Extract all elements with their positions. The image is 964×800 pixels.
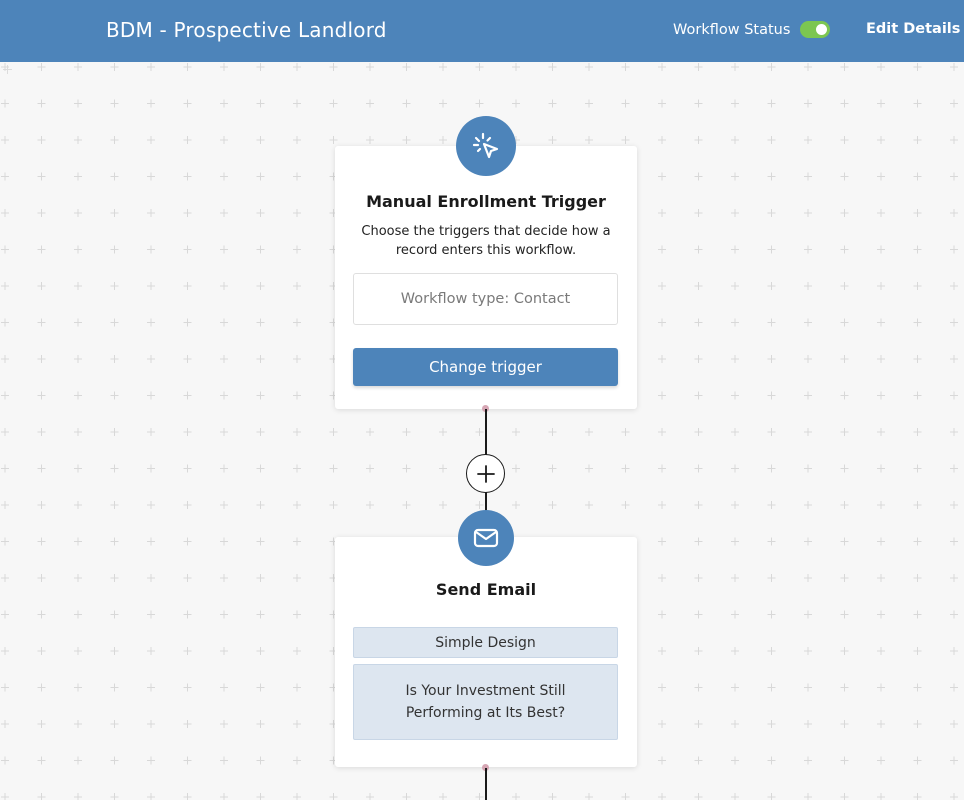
- trigger-card[interactable]: Manual Enrollment Trigger Choose the tri…: [335, 146, 637, 409]
- toggle-knob: [816, 24, 828, 35]
- workflow-type-text: Workflow type: Contact: [400, 291, 571, 307]
- workflow-status-label: Workflow Status: [673, 21, 791, 38]
- edit-details-link[interactable]: Edit Details: [866, 21, 960, 37]
- send-email-title: Send Email: [435, 580, 537, 599]
- trigger-node-icon: [456, 116, 516, 176]
- workflow-status-toggle[interactable]: [800, 21, 831, 38]
- trigger-card-title: Manual Enrollment Trigger: [366, 192, 606, 211]
- top-header-bar: BDM - Prospective Landlord Workflow Stat…: [0, 0, 964, 62]
- trigger-card-description: Choose the triggers that decide how a re…: [361, 224, 611, 258]
- envelope-icon: [473, 528, 499, 548]
- add-step-button[interactable]: [466, 454, 505, 493]
- cursor-click-icon: [472, 132, 499, 159]
- workflow-type-box: Workflow type: Contact: [353, 273, 618, 325]
- workflow-status-control: Workflow Status: [673, 21, 831, 38]
- workflow-title: BDM - Prospective Landlord: [106, 18, 387, 42]
- email-subject-box: Is Your Investment Still Performing at I…: [353, 664, 618, 740]
- email-design-box: Simple Design: [353, 627, 618, 658]
- change-trigger-button[interactable]: Change trigger: [353, 348, 618, 386]
- email-design-text: Simple Design: [435, 634, 536, 651]
- email-node-icon: [458, 510, 514, 566]
- email-subject-text: Is Your Investment Still Performing at I…: [405, 683, 566, 721]
- send-email-card[interactable]: Send Email Simple Design Is Your Investm…: [335, 537, 637, 767]
- plus-icon: [476, 464, 495, 483]
- connector-line-3: [485, 768, 487, 800]
- connector-line-1: [485, 409, 487, 455]
- connector-line-2: [485, 492, 487, 512]
